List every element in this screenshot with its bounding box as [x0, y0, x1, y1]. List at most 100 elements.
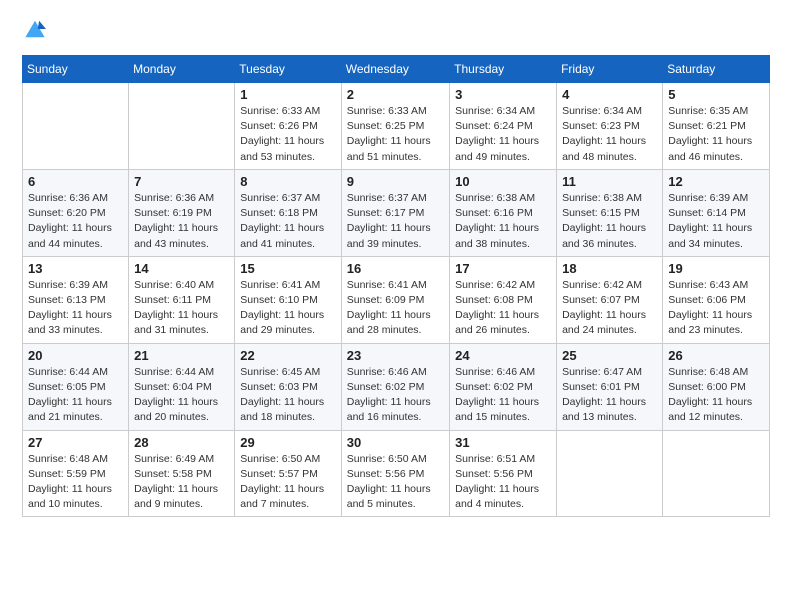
day-number: 6	[28, 174, 123, 189]
calendar-cell: 22 Sunrise: 6:45 AM Sunset: 6:03 PM Dayli…	[235, 343, 341, 430]
day-number: 26	[668, 348, 764, 363]
calendar-cell: 14 Sunrise: 6:40 AM Sunset: 6:11 PM Dayli…	[129, 256, 235, 343]
calendar-cell	[23, 83, 129, 170]
day-number: 15	[240, 261, 335, 276]
day-info: Sunrise: 6:35 AM Sunset: 6:21 PM Dayligh…	[668, 104, 764, 165]
calendar-cell: 11Sunrise: 6:38 AM Sunset: 6:15 PM Dayli…	[557, 169, 663, 256]
weekday-header-cell: Wednesday	[341, 56, 449, 83]
day-number: 3	[455, 87, 551, 102]
day-number: 21	[134, 348, 229, 363]
day-info: Sunrise: 6:39 AM Sunset: 6:14 PM Dayligh…	[668, 191, 764, 252]
day-info: Sunrise: 6:49 AM Sunset: 5:58 PM Dayligh…	[134, 452, 229, 513]
day-info: Sunrise: 6:47 AM Sunset: 6:01 PM Dayligh…	[562, 365, 657, 426]
day-number: 22	[240, 348, 335, 363]
day-number: 4	[562, 87, 657, 102]
day-info: Sunrise: 6:33 AM Sunset: 6:26 PM Dayligh…	[240, 104, 335, 165]
day-number: 30	[347, 435, 444, 450]
logo-icon	[24, 18, 46, 40]
day-info: Sunrise: 6:45 AM Sunset: 6:03 PM Dayligh…	[240, 365, 335, 426]
day-info: Sunrise: 6:46 AM Sunset: 6:02 PM Dayligh…	[347, 365, 444, 426]
day-number: 17	[455, 261, 551, 276]
page: SundayMondayTuesdayWednesdayThursdayFrid…	[0, 0, 792, 612]
day-info: Sunrise: 6:48 AM Sunset: 5:59 PM Dayligh…	[28, 452, 123, 513]
day-info: Sunrise: 6:48 AM Sunset: 6:00 PM Dayligh…	[668, 365, 764, 426]
day-info: Sunrise: 6:43 AM Sunset: 6:06 PM Dayligh…	[668, 278, 764, 339]
day-number: 1	[240, 87, 335, 102]
day-number: 29	[240, 435, 335, 450]
day-info: Sunrise: 6:38 AM Sunset: 6:16 PM Dayligh…	[455, 191, 551, 252]
calendar-body: 1 Sunrise: 6:33 AM Sunset: 6:26 PM Daylig…	[23, 83, 770, 517]
day-number: 24	[455, 348, 551, 363]
calendar-cell: 5 Sunrise: 6:35 AM Sunset: 6:21 PM Daylig…	[663, 83, 770, 170]
day-number: 31	[455, 435, 551, 450]
day-info: Sunrise: 6:50 AM Sunset: 5:56 PM Dayligh…	[347, 452, 444, 513]
day-info: Sunrise: 6:42 AM Sunset: 6:07 PM Dayligh…	[562, 278, 657, 339]
day-info: Sunrise: 6:46 AM Sunset: 6:02 PM Dayligh…	[455, 365, 551, 426]
weekday-header-row: SundayMondayTuesdayWednesdayThursdayFrid…	[23, 56, 770, 83]
calendar-cell: 20Sunrise: 6:44 AM Sunset: 6:05 PM Dayli…	[23, 343, 129, 430]
day-number: 5	[668, 87, 764, 102]
calendar-cell: 26 Sunrise: 6:48 AM Sunset: 6:00 PM Dayli…	[663, 343, 770, 430]
day-number: 11	[562, 174, 657, 189]
weekday-header-cell: Monday	[129, 56, 235, 83]
logo	[22, 18, 48, 45]
day-number: 28	[134, 435, 229, 450]
day-info: Sunrise: 6:44 AM Sunset: 6:04 PM Dayligh…	[134, 365, 229, 426]
calendar-cell: 9Sunrise: 6:37 AM Sunset: 6:17 PM Daylig…	[341, 169, 449, 256]
calendar-cell	[663, 430, 770, 517]
day-number: 10	[455, 174, 551, 189]
calendar-cell: 17 Sunrise: 6:42 AM Sunset: 6:08 PM Dayli…	[450, 256, 557, 343]
day-number: 12	[668, 174, 764, 189]
day-info: Sunrise: 6:41 AM Sunset: 6:09 PM Dayligh…	[347, 278, 444, 339]
calendar-cell: 12 Sunrise: 6:39 AM Sunset: 6:14 PM Dayli…	[663, 169, 770, 256]
day-info: Sunrise: 6:39 AM Sunset: 6:13 PM Dayligh…	[28, 278, 123, 339]
day-number: 7	[134, 174, 229, 189]
day-number: 23	[347, 348, 444, 363]
day-info: Sunrise: 6:33 AM Sunset: 6:25 PM Dayligh…	[347, 104, 444, 165]
day-info: Sunrise: 6:51 AM Sunset: 5:56 PM Dayligh…	[455, 452, 551, 513]
day-number: 19	[668, 261, 764, 276]
calendar-week-row: 13 Sunrise: 6:39 AM Sunset: 6:13 PM Dayli…	[23, 256, 770, 343]
day-number: 14	[134, 261, 229, 276]
day-info: Sunrise: 6:42 AM Sunset: 6:08 PM Dayligh…	[455, 278, 551, 339]
day-info: Sunrise: 6:50 AM Sunset: 5:57 PM Dayligh…	[240, 452, 335, 513]
calendar-cell: 28 Sunrise: 6:49 AM Sunset: 5:58 PM Dayli…	[129, 430, 235, 517]
day-number: 18	[562, 261, 657, 276]
day-number: 27	[28, 435, 123, 450]
calendar-cell: 19 Sunrise: 6:43 AM Sunset: 6:06 PM Dayli…	[663, 256, 770, 343]
calendar-week-row: 27 Sunrise: 6:48 AM Sunset: 5:59 PM Dayli…	[23, 430, 770, 517]
day-info: Sunrise: 6:41 AM Sunset: 6:10 PM Dayligh…	[240, 278, 335, 339]
calendar-cell: 15 Sunrise: 6:41 AM Sunset: 6:10 PM Dayli…	[235, 256, 341, 343]
calendar-cell: 3 Sunrise: 6:34 AM Sunset: 6:24 PM Daylig…	[450, 83, 557, 170]
calendar-cell: 2Sunrise: 6:33 AM Sunset: 6:25 PM Daylig…	[341, 83, 449, 170]
day-info: Sunrise: 6:44 AM Sunset: 6:05 PM Dayligh…	[28, 365, 123, 426]
calendar-cell: 1 Sunrise: 6:33 AM Sunset: 6:26 PM Daylig…	[235, 83, 341, 170]
calendar-week-row: 6 Sunrise: 6:36 AM Sunset: 6:20 PM Daylig…	[23, 169, 770, 256]
calendar-cell: 27 Sunrise: 6:48 AM Sunset: 5:59 PM Dayli…	[23, 430, 129, 517]
calendar-week-row: 20Sunrise: 6:44 AM Sunset: 6:05 PM Dayli…	[23, 343, 770, 430]
calendar-week-row: 1 Sunrise: 6:33 AM Sunset: 6:26 PM Daylig…	[23, 83, 770, 170]
calendar-cell: 8Sunrise: 6:37 AM Sunset: 6:18 PM Daylig…	[235, 169, 341, 256]
day-number: 13	[28, 261, 123, 276]
calendar-table: SundayMondayTuesdayWednesdayThursdayFrid…	[22, 55, 770, 517]
calendar-cell: 23 Sunrise: 6:46 AM Sunset: 6:02 PM Dayli…	[341, 343, 449, 430]
calendar-cell: 18 Sunrise: 6:42 AM Sunset: 6:07 PM Dayli…	[557, 256, 663, 343]
calendar-cell: 21 Sunrise: 6:44 AM Sunset: 6:04 PM Dayli…	[129, 343, 235, 430]
weekday-header-cell: Saturday	[663, 56, 770, 83]
calendar-cell: 4Sunrise: 6:34 AM Sunset: 6:23 PM Daylig…	[557, 83, 663, 170]
calendar-cell	[129, 83, 235, 170]
day-number: 25	[562, 348, 657, 363]
calendar-cell: 6 Sunrise: 6:36 AM Sunset: 6:20 PM Daylig…	[23, 169, 129, 256]
calendar-cell: 10 Sunrise: 6:38 AM Sunset: 6:16 PM Dayli…	[450, 169, 557, 256]
day-info: Sunrise: 6:40 AM Sunset: 6:11 PM Dayligh…	[134, 278, 229, 339]
weekday-header-cell: Tuesday	[235, 56, 341, 83]
day-info: Sunrise: 6:36 AM Sunset: 6:20 PM Dayligh…	[28, 191, 123, 252]
header	[22, 18, 770, 45]
calendar-cell: 31 Sunrise: 6:51 AM Sunset: 5:56 PM Dayli…	[450, 430, 557, 517]
calendar-cell: 29 Sunrise: 6:50 AM Sunset: 5:57 PM Dayli…	[235, 430, 341, 517]
day-info: Sunrise: 6:34 AM Sunset: 6:24 PM Dayligh…	[455, 104, 551, 165]
day-number: 9	[347, 174, 444, 189]
calendar-cell: 30 Sunrise: 6:50 AM Sunset: 5:56 PM Dayli…	[341, 430, 449, 517]
day-info: Sunrise: 6:37 AM Sunset: 6:18 PM Dayligh…	[240, 191, 335, 252]
weekday-header-cell: Thursday	[450, 56, 557, 83]
